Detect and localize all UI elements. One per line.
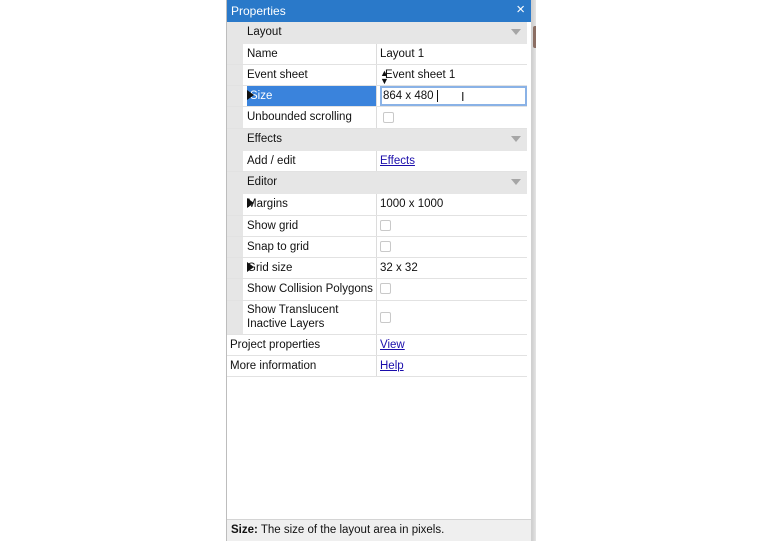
right-margin (536, 0, 763, 541)
row-label: Show Collision Polygons (247, 283, 373, 295)
row-margins[interactable]: Margins 1000 x 1000 (227, 194, 527, 216)
row-project-properties[interactable]: Project properties View (227, 335, 527, 356)
row-label: Unbounded scrolling (247, 111, 352, 123)
view-link[interactable]: View (380, 339, 405, 351)
category-label: Editor (247, 176, 278, 188)
chevron-down-icon[interactable] (511, 136, 521, 142)
grid-size-value[interactable]: 32 x 32 (380, 262, 418, 274)
row-label: Show grid (247, 220, 299, 232)
ibeam-cursor-icon: I (461, 90, 465, 104)
collision-polygons-checkbox[interactable] (380, 283, 391, 294)
row-unbounded-scrolling[interactable]: Unbounded scrolling (227, 107, 527, 129)
expand-arrow-icon[interactable] (247, 90, 254, 100)
row-add-edit[interactable]: Add / edit Effects (227, 151, 527, 172)
category-editor[interactable]: Editor (227, 172, 527, 194)
properties-panel: Properties × Layout Name Layout 1 Event … (226, 0, 532, 541)
row-name[interactable]: Name Layout 1 (227, 44, 527, 65)
row-label: Add / edit (247, 155, 296, 167)
row-grid-size[interactable]: Grid size 32 x 32 (227, 258, 527, 279)
margins-value[interactable]: 1000 x 1000 (380, 198, 443, 210)
category-label: Effects (247, 133, 282, 145)
row-label-line2: Inactive Layers (247, 318, 325, 330)
panel-title: Properties (231, 4, 286, 18)
snap-to-grid-checkbox[interactable] (380, 241, 391, 252)
select-arrows-icon[interactable]: ▲ ▼ (380, 69, 525, 86)
show-grid-checkbox[interactable] (380, 220, 391, 231)
panel-titlebar: Properties × (227, 0, 531, 22)
row-show-grid[interactable]: Show grid (227, 216, 527, 237)
effects-link[interactable]: Effects (380, 155, 415, 167)
row-show-collision-polygons[interactable]: Show Collision Polygons (227, 279, 527, 301)
translucent-layers-checkbox[interactable] (380, 312, 391, 323)
size-input[interactable]: 864 x 480 I (380, 86, 527, 106)
status-text: Size: The size of the layout area in pix… (231, 524, 444, 536)
category-layout[interactable]: Layout (227, 22, 527, 44)
row-show-translucent-inactive-layers[interactable]: Show Translucent Inactive Layers (227, 301, 527, 335)
expand-arrow-icon[interactable] (247, 262, 254, 272)
category-effects[interactable]: Effects (227, 129, 527, 151)
text-caret (437, 90, 438, 102)
chevron-down-icon[interactable] (511, 179, 521, 185)
expand-arrow-icon[interactable] (247, 198, 254, 208)
help-link[interactable]: Help (380, 360, 404, 372)
row-label: More information (230, 360, 317, 372)
row-label: Snap to grid (247, 241, 310, 253)
chevron-down-icon[interactable] (511, 29, 521, 35)
layout-name-value[interactable]: Layout 1 (380, 48, 424, 60)
row-snap-to-grid[interactable]: Snap to grid (227, 237, 527, 258)
row-label: Event sheet (247, 69, 308, 81)
status-description: The size of the layout area in pixels. (257, 524, 445, 536)
row-size[interactable]: Size 864 x 480 I (227, 86, 527, 107)
close-icon[interactable]: × (516, 2, 525, 18)
category-label: Layout (247, 26, 282, 38)
row-label: Project properties (230, 339, 321, 351)
row-label: Name (247, 48, 278, 60)
row-event-sheet[interactable]: Event sheet Event sheet 1 ▲ ▼ (227, 65, 527, 86)
status-bold: Size: (231, 524, 258, 536)
event-sheet-select[interactable]: Event sheet 1 ▲ ▼ (380, 65, 527, 86)
unbounded-checkbox[interactable] (383, 112, 394, 123)
status-bar: Size: The size of the layout area in pix… (227, 519, 531, 541)
row-more-information[interactable]: More information Help (227, 356, 527, 377)
size-input-text[interactable]: 864 x 480 (383, 90, 434, 102)
row-label-line1: Show Translucent (247, 304, 339, 316)
left-margin (0, 0, 226, 541)
